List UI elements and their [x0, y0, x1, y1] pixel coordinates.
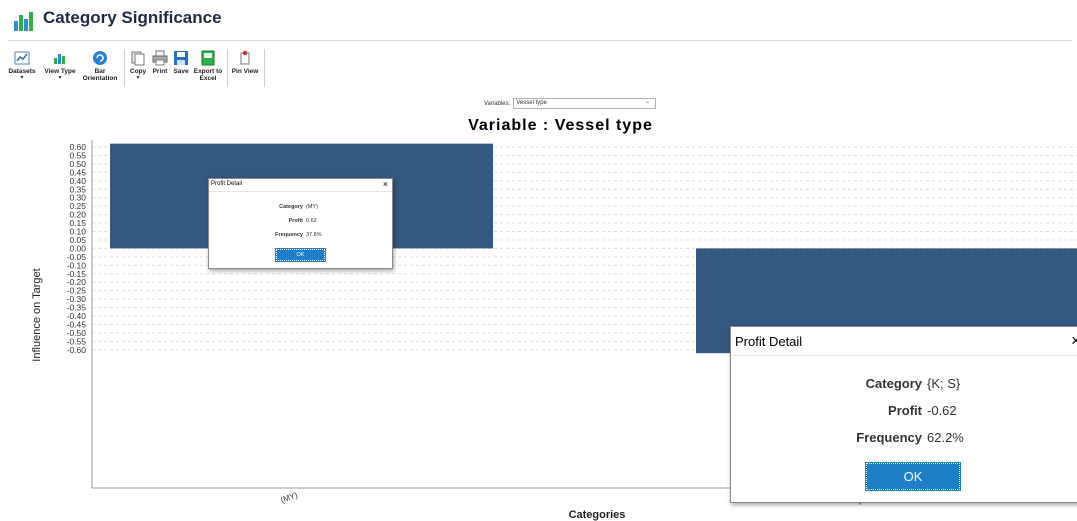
close-icon[interactable]: × [383, 179, 388, 189]
dialog-title: Profit Detail [211, 181, 243, 187]
x-tick-label: (MY) [279, 490, 299, 504]
dialog-header: Profit Detail × [209, 179, 392, 192]
category-label: Category [279, 204, 303, 210]
dialog-header: Profit Detail × [731, 327, 1077, 356]
profit-row: Profit -0.62 [731, 403, 957, 418]
category-label: Category [865, 376, 922, 391]
profit-label: Profit [888, 403, 922, 418]
frequency-label: Frequency [856, 430, 922, 445]
ok-button[interactable]: OK [865, 462, 961, 491]
frequency-row: Frequency 62.2% [731, 430, 964, 445]
x-axis-label: Categories [569, 509, 626, 521]
profit-row: Profit 0.62 [209, 218, 317, 224]
profit-label: Profit [288, 218, 303, 224]
frequency-row: Frequency 37.8% [209, 232, 322, 238]
frequency-value: 62.2% [927, 430, 964, 445]
profit-detail-dialog: Profit Detail × Category (MY) Profit 0.6… [208, 178, 393, 269]
category-row: Category {K; S} [731, 376, 961, 391]
profit-value: -0.62 [927, 403, 957, 418]
category-value: (MY) [306, 204, 318, 210]
frequency-value: 37.8% [306, 232, 322, 238]
y-tick-label: -0.60 [67, 345, 87, 355]
category-row: Category (MY) [209, 204, 318, 210]
frequency-label: Frequency [275, 232, 303, 238]
y-axis-label: Influence on Target [31, 268, 43, 361]
category-value: {K; S} [927, 376, 961, 391]
close-icon[interactable]: × [1071, 331, 1077, 351]
profit-value: 0.62 [306, 218, 317, 224]
ok-button[interactable]: OK [275, 248, 326, 262]
y-tick-labels: 0.600.550.500.450.400.350.300.250.200.15… [67, 142, 87, 355]
profit-detail-dialog: Profit Detail × Category {K; S} Profit -… [730, 326, 1077, 503]
dialog-title: Profit Detail [735, 334, 803, 349]
